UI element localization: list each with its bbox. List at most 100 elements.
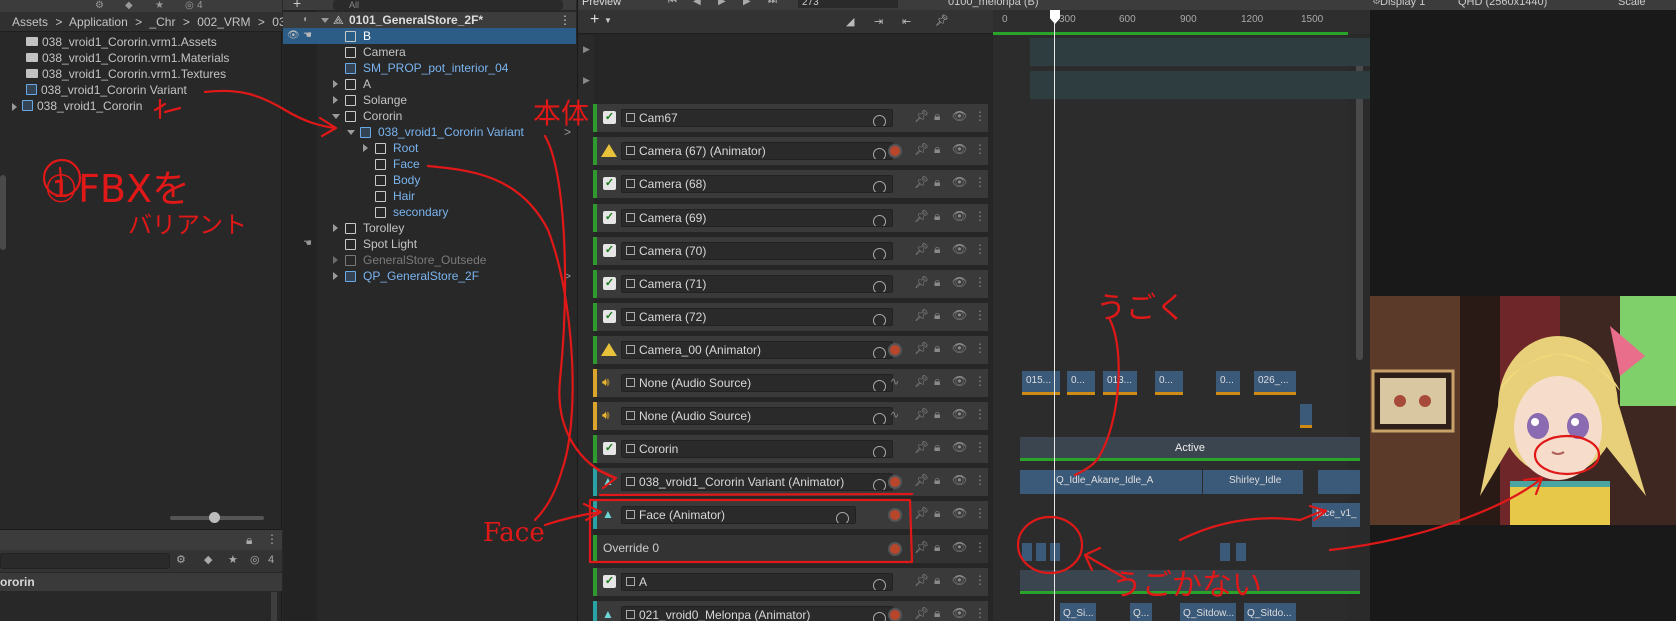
pin-icon[interactable]: 📌︎: [914, 374, 929, 388]
lock-icon[interactable]: 🔒︎: [934, 606, 940, 621]
hierarchy-item[interactable]: Root: [283, 140, 576, 156]
lock-icon[interactable]: 🔒︎: [934, 573, 940, 588]
animation-clip[interactable]: face_v1_: [1312, 503, 1360, 527]
lock-icon[interactable]: 🔒︎: [934, 341, 940, 356]
more-options-icon[interactable]: ⋮: [974, 242, 986, 256]
breadcrumb-item[interactable]: Application: [69, 15, 128, 29]
filter-type-icon[interactable]: ⚙: [176, 553, 186, 566]
more-options-icon[interactable]: ⋮: [974, 374, 986, 388]
resolution-dropdown[interactable]: QHD (2560x1440): [1458, 0, 1547, 8]
icon-size-slider-thumb[interactable]: [209, 512, 220, 523]
eye-icon[interactable]: 👁︎: [952, 308, 967, 322]
pickable-icon[interactable]: ☚: [303, 28, 312, 44]
open-prefab-arrow-icon[interactable]: >: [564, 268, 571, 284]
pin-icon[interactable]: 📌︎: [914, 209, 929, 223]
eye-icon[interactable]: 👁︎: [952, 341, 967, 355]
eye-icon[interactable]: 👁︎: [952, 374, 967, 388]
scene-header[interactable]: ◐ ⟁ 0101_GeneralStore_2F* ⋮: [283, 12, 576, 28]
hierarchy-item[interactable]: 👁︎ ☚ B: [283, 28, 576, 44]
track-binding-field[interactable]: Camera (71): [621, 275, 893, 293]
animation-clip[interactable]: Q_Si...: [1060, 603, 1096, 621]
collapse-arrow-icon[interactable]: ▶: [583, 75, 590, 86]
lock-icon[interactable]: 🔒︎: [934, 175, 940, 190]
eye-icon[interactable]: 👁︎: [952, 606, 967, 620]
track-binding-field[interactable]: None (Audio Source): [621, 374, 893, 392]
project-item[interactable]: 038_vroid1_Cororin.vrm1.Textures: [26, 66, 281, 82]
lock-icon[interactable]: 🔒︎: [934, 275, 940, 290]
project-scrollbar-thumb[interactable]: [0, 175, 6, 250]
visibility-icon[interactable]: 👁︎: [287, 28, 300, 44]
hierarchy-item[interactable]: QP_GeneralStore_2F >: [283, 268, 576, 284]
preview-button[interactable]: Preview: [582, 0, 621, 8]
curves-icon[interactable]: ∿: [890, 408, 899, 421]
more-options-icon[interactable]: ⋮: [974, 308, 986, 322]
track-active-checkbox[interactable]: ✓: [603, 277, 616, 290]
hierarchy-item[interactable]: secondary: [283, 204, 576, 220]
more-options-icon[interactable]: ⋮: [974, 440, 986, 454]
animation-clip[interactable]: Q...: [1130, 603, 1152, 621]
pin-icon[interactable]: 📌︎: [914, 109, 929, 123]
expand-arrow-icon[interactable]: [333, 96, 338, 104]
eye-icon[interactable]: 👁︎: [952, 573, 967, 587]
track-active-checkbox[interactable]: ✓: [603, 177, 616, 190]
record-button[interactable]: [888, 608, 902, 621]
more-options-icon[interactable]: ⋮: [974, 473, 986, 487]
more-options-icon[interactable]: ⋮: [974, 175, 986, 189]
audio-clip[interactable]: 0...: [1067, 371, 1095, 395]
hierarchy-item[interactable]: SM_PROP_pot_interior_04: [283, 60, 576, 76]
hierarchy-item[interactable]: Torolley: [283, 220, 576, 236]
track-binding-field[interactable]: Face (Animator): [621, 506, 856, 524]
more-options-icon[interactable]: ⋮: [559, 12, 571, 28]
pin-icon[interactable]: 📌︎: [914, 407, 929, 421]
lock-icon[interactable]: 🔒︎: [934, 540, 940, 555]
track-binding-field[interactable]: Camera (69): [621, 209, 893, 227]
track-binding-field[interactable]: 038_vroid1_Cororin Variant (Animator): [621, 473, 893, 491]
track-binding-field[interactable]: Camera (70): [621, 242, 893, 260]
frame-input[interactable]: 273: [798, 0, 898, 8]
more-options-icon[interactable]: ⋮: [266, 532, 278, 546]
pin-icon[interactable]: 📌︎: [914, 473, 929, 487]
expand-arrow-icon[interactable]: [333, 256, 338, 264]
expand-arrow-icon[interactable]: [333, 224, 338, 232]
eye-icon[interactable]: 👁︎: [952, 175, 967, 189]
previous-frame-icon[interactable]: ◀: [693, 0, 701, 7]
track-active-checkbox[interactable]: ✓: [603, 575, 616, 588]
label-icon[interactable]: ◆: [125, 0, 133, 11]
curves-icon[interactable]: ∿: [890, 375, 899, 388]
hierarchy-item[interactable]: Body: [283, 172, 576, 188]
track-active-checkbox[interactable]: ✓: [603, 111, 616, 124]
pin-icon[interactable]: 📌︎: [914, 341, 929, 355]
lock-icon[interactable]: 🔒︎: [246, 533, 252, 548]
collapse-arrow-icon[interactable]: ▶: [583, 44, 590, 55]
object-picker-icon[interactable]: [836, 512, 849, 523]
lock-icon[interactable]: 🔒︎: [934, 374, 940, 389]
more-options-icon[interactable]: ⋮: [974, 606, 986, 620]
filter-icon[interactable]: ⚙: [95, 0, 104, 11]
label-icon[interactable]: ◆: [204, 553, 212, 566]
expand-arrow-icon[interactable]: [12, 102, 17, 111]
more-options-icon[interactable]: ⋮: [974, 506, 986, 520]
hidden-packages-icon[interactable]: ◎: [250, 553, 260, 566]
hierarchy-search-input[interactable]: All: [333, 0, 563, 10]
animation-clip[interactable]: Shirley_Idle: [1203, 470, 1303, 494]
pin-icon[interactable]: 📌︎: [914, 606, 929, 620]
eye-icon[interactable]: 👁︎: [952, 540, 967, 554]
audio-clip[interactable]: 013...: [1103, 371, 1137, 395]
more-options-icon[interactable]: ⋮: [974, 407, 986, 421]
collapse-arrow-icon[interactable]: [347, 130, 355, 135]
track-binding-field[interactable]: Cam67: [621, 109, 893, 127]
collapse-arrow-icon[interactable]: [321, 18, 329, 23]
edit-mode-icon[interactable]: ⇤: [902, 15, 911, 28]
animation-clip[interactable]: [1318, 470, 1360, 494]
hierarchy-item[interactable]: ☚ Spot Light: [283, 236, 576, 252]
record-button[interactable]: [888, 475, 902, 489]
pin-icon[interactable]: 📌︎: [914, 440, 929, 454]
eye-icon[interactable]: 👁︎: [952, 440, 967, 454]
time-ruler[interactable]: 0 300 600 900 1200 1500: [993, 10, 1370, 34]
audio-clip[interactable]: 026_...: [1254, 371, 1296, 395]
track-active-checkbox[interactable]: ✓: [603, 244, 616, 257]
lock-icon[interactable]: 🔒︎: [934, 440, 940, 455]
pick-disabled-icon[interactable]: ☚: [303, 236, 312, 252]
hierarchy-item[interactable]: A: [283, 76, 576, 92]
go-to-end-icon[interactable]: ⏭: [768, 0, 777, 7]
